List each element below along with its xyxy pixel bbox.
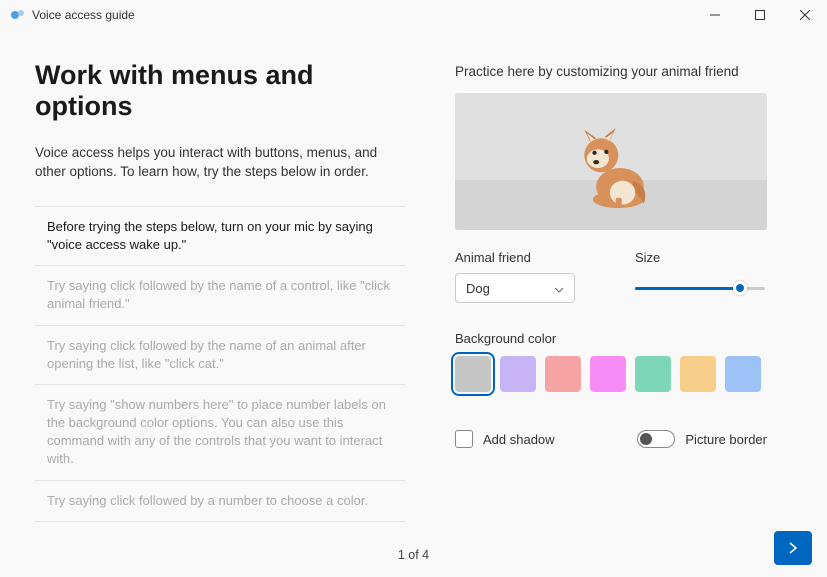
select-value: Dog [466,281,490,296]
step-item: Try saying click followed by the name of… [35,266,405,325]
slider-thumb[interactable] [733,281,747,295]
toggle-knob [640,433,652,445]
page-subtitle: Voice access helps you interact with but… [35,144,405,182]
animal-friend-select[interactable]: Dog [455,273,575,303]
background-color-section: Background color [455,331,792,392]
app-icon [10,7,26,23]
practice-label: Practice here by customizing your animal… [455,64,792,79]
window-controls [692,0,827,30]
add-shadow-label: Add shadow [483,432,555,447]
preview-canvas [455,93,767,230]
picture-border-control: Picture border [637,430,767,448]
size-label: Size [635,250,765,265]
steps-list: Before trying the steps below, turn on y… [35,206,405,522]
size-slider[interactable] [635,273,765,303]
color-swatch-blue[interactable] [725,356,761,392]
page-indicator: 1 of 4 [398,548,429,562]
window-title: Voice access guide [32,8,135,22]
slider-fill [635,287,743,290]
picture-border-label: Picture border [685,432,767,447]
practice-panel: Practice here by customizing your animal… [455,60,792,522]
picture-border-toggle[interactable] [637,430,675,448]
color-swatch-magenta[interactable] [590,356,626,392]
step-item: Try saying click followed by a number to… [35,481,405,522]
color-swatch-pink[interactable] [545,356,581,392]
minimize-button[interactable] [692,0,737,30]
color-swatches [455,356,792,392]
chevron-right-icon [787,542,799,554]
step-item: Try saying "show numbers here" to place … [35,385,405,481]
add-shadow-checkbox[interactable] [455,430,473,448]
animal-friend-control: Animal friend Dog [455,250,575,303]
add-shadow-control: Add shadow [455,430,555,448]
color-swatch-purple[interactable] [500,356,536,392]
dog-illustration [569,123,654,208]
color-swatch-gray[interactable] [455,356,491,392]
color-swatch-teal[interactable] [635,356,671,392]
footer: 1 of 4 [0,548,827,562]
next-button[interactable] [774,531,812,565]
page-title: Work with menus and options [35,60,405,122]
background-color-label: Background color [455,331,792,346]
color-swatch-yellow[interactable] [680,356,716,392]
step-item: Try saying click followed by the name of… [35,326,405,385]
instructions-panel: Work with menus and options Voice access… [35,60,405,522]
chevron-down-icon [554,281,564,296]
animal-friend-label: Animal friend [455,250,575,265]
size-control: Size [635,250,765,303]
step-item: Before trying the steps below, turn on y… [35,207,405,266]
close-button[interactable] [782,0,827,30]
maximize-button[interactable] [737,0,782,30]
